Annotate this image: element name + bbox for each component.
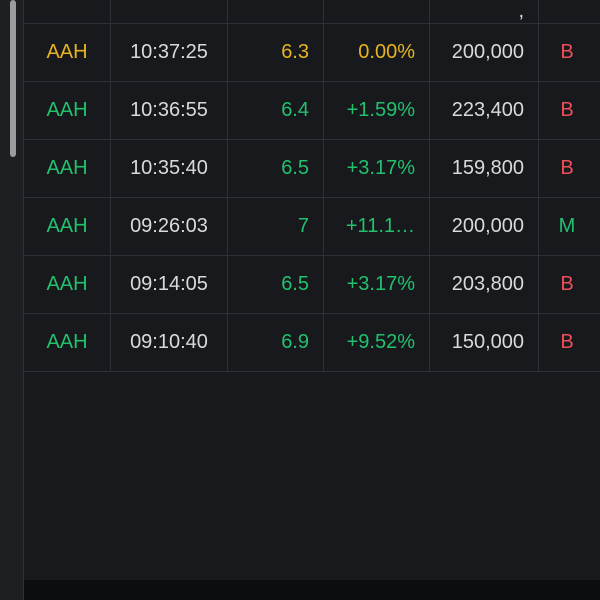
side-cell: B [538,313,600,372]
trade-row[interactable]: AAH 09:26:03 7 +11.1… 200,000 M [24,197,600,256]
symbol-cell[interactable]: AAH [24,197,111,256]
side-cell: B [538,23,600,82]
side-cell: M [538,197,600,256]
side-cell: B [538,255,600,314]
symbol-cell[interactable]: AAH [24,313,111,372]
volume-cell: 200,000 [429,197,539,256]
trade-row[interactable]: AAH 10:37:25 6.3 0.00% 200,000 B [24,23,600,82]
trade-row[interactable]: AAH 09:14:05 6.5 +3.17% 203,800 B [24,255,600,314]
volume-cell: 200,000 [429,23,539,82]
change-cell: +11.1… [323,197,430,256]
time-cell: 10:35:40 [110,139,228,198]
bottom-status-bar [24,580,600,600]
symbol-cell[interactable]: AAH [24,139,111,198]
price-cell: 6.3 [227,23,324,82]
scroll-rail[interactable] [0,0,24,600]
symbol-cell[interactable]: AAH [24,255,111,314]
price-cell: 7 [227,197,324,256]
change-cell: +9.52% [323,313,430,372]
time-cell: 10:36:55 [110,81,228,140]
volume-cell: 159,800 [429,139,539,198]
change-cell: +1.59% [323,81,430,140]
price-cell: 6.9 [227,313,324,372]
trade-row[interactable]: AAH 09:10:40 6.9 +9.52% 150,000 B [24,313,600,372]
symbol-cell[interactable]: AAH [24,81,111,140]
change-cell: +3.17% [323,255,430,314]
partial-volume-cell: , [429,0,539,24]
volume-cell: 223,400 [429,81,539,140]
volume-cell: 203,800 [429,255,539,314]
trade-history-panel: , AAH 10:37:25 6.3 0.00% 200,000 B AAH 1… [0,0,600,600]
time-cell: 10:37:25 [110,23,228,82]
price-cell: 6.5 [227,255,324,314]
side-cell: B [538,81,600,140]
trade-row[interactable]: AAH 10:36:55 6.4 +1.59% 223,400 B [24,81,600,140]
side-cell: B [538,139,600,198]
scrollbar-thumb[interactable] [10,0,16,157]
time-cell: 09:26:03 [110,197,228,256]
time-cell: 09:10:40 [110,313,228,372]
change-cell: +3.17% [323,139,430,198]
volume-cell: 150,000 [429,313,539,372]
trade-row[interactable]: AAH 10:35:40 6.5 +3.17% 159,800 B [24,139,600,198]
symbol-cell[interactable]: AAH [24,23,111,82]
trades-table: , AAH 10:37:25 6.3 0.00% 200,000 B AAH 1… [24,0,600,372]
price-cell: 6.5 [227,139,324,198]
change-cell: 0.00% [323,23,430,82]
partial-top-row: , [24,0,600,24]
price-cell: 6.4 [227,81,324,140]
trades-table-container: , AAH 10:37:25 6.3 0.00% 200,000 B AAH 1… [24,0,600,580]
time-cell: 09:14:05 [110,255,228,314]
